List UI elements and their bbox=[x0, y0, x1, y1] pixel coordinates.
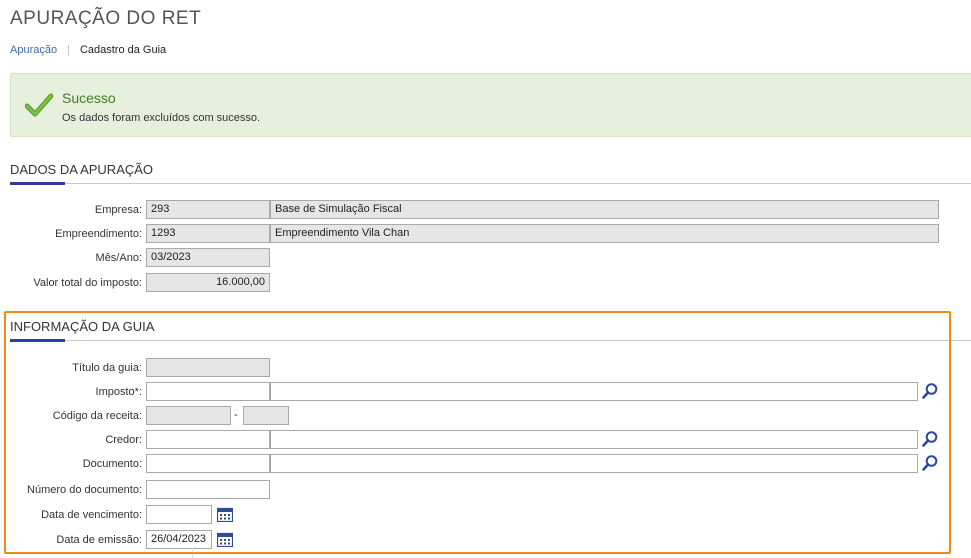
page-title: APURAÇÃO DO RET bbox=[10, 8, 202, 29]
section-accent bbox=[10, 339, 65, 342]
imposto-name-input[interactable] bbox=[270, 382, 918, 401]
search-icon[interactable] bbox=[921, 454, 939, 472]
section-accent bbox=[10, 182, 65, 185]
success-alert: Sucesso Os dados foram excluídos com suc… bbox=[10, 73, 971, 137]
search-icon[interactable] bbox=[921, 430, 939, 448]
data-emissao-input[interactable]: 26/04/2023 bbox=[146, 530, 212, 549]
breadcrumb-separator: | bbox=[67, 44, 70, 56]
data-vencimento-input[interactable] bbox=[146, 505, 212, 524]
credor-code-input[interactable] bbox=[146, 430, 270, 449]
documento-code-input[interactable] bbox=[146, 454, 270, 473]
codigo-receita-field-1 bbox=[146, 406, 231, 425]
calendar-icon[interactable] bbox=[217, 507, 233, 522]
section-divider bbox=[10, 183, 971, 184]
data-emissao-label: Data de emissão: bbox=[56, 534, 142, 546]
titulo-guia-field bbox=[146, 358, 270, 377]
documento-label: Documento: bbox=[82, 458, 142, 470]
check-icon bbox=[25, 93, 53, 117]
valor-total-label: Valor total do imposto: bbox=[33, 277, 142, 289]
credor-label: Credor: bbox=[105, 434, 142, 446]
calendar-icon[interactable] bbox=[217, 532, 233, 547]
numero-documento-label: Número do documento: bbox=[27, 484, 142, 496]
empresa-code-field: 293 bbox=[146, 200, 270, 219]
search-icon[interactable] bbox=[921, 382, 939, 400]
codigo-receita-separator: - bbox=[234, 409, 238, 421]
codigo-receita-field-2 bbox=[243, 406, 289, 425]
codigo-receita-label: Código da receita: bbox=[52, 410, 142, 422]
breadcrumb: Apuração | Cadastro da Guia bbox=[10, 44, 166, 56]
mes-ano-field: 03/2023 bbox=[146, 248, 270, 267]
imposto-code-input[interactable] bbox=[146, 382, 270, 401]
data-vencimento-label: Data de vencimento: bbox=[41, 509, 142, 521]
imposto-label: Imposto*: bbox=[95, 386, 142, 398]
empresa-name-field: Base de Simulação Fiscal bbox=[270, 200, 939, 219]
mes-ano-label: Mês/Ano: bbox=[95, 252, 142, 264]
breadcrumb-current: Cadastro da Guia bbox=[79, 44, 167, 56]
alert-title: Sucesso bbox=[62, 90, 116, 106]
breadcrumb-link-apuracao[interactable]: Apuração bbox=[10, 44, 57, 56]
credor-name-input[interactable] bbox=[270, 430, 918, 449]
empreendimento-name-field: Empreendimento Vila Chan bbox=[270, 224, 939, 243]
section-title-informacao-guia: INFORMAÇÃO DA GUIA bbox=[10, 319, 155, 334]
column-divider bbox=[192, 548, 193, 558]
section-divider bbox=[10, 340, 971, 341]
documento-name-input[interactable] bbox=[270, 454, 918, 473]
empresa-label: Empresa: bbox=[94, 204, 142, 216]
titulo-guia-label: Título da guia: bbox=[72, 362, 142, 374]
numero-documento-input[interactable] bbox=[146, 480, 270, 499]
section-title-dados-apuracao: DADOS DA APURAÇÃO bbox=[10, 162, 154, 177]
empreendimento-label: Empreendimento: bbox=[55, 228, 142, 240]
alert-message: Os dados foram excluídos com sucesso. bbox=[62, 112, 261, 124]
empreendimento-code-field: 1293 bbox=[146, 224, 270, 243]
valor-total-field: 16.000,00 bbox=[146, 273, 270, 292]
